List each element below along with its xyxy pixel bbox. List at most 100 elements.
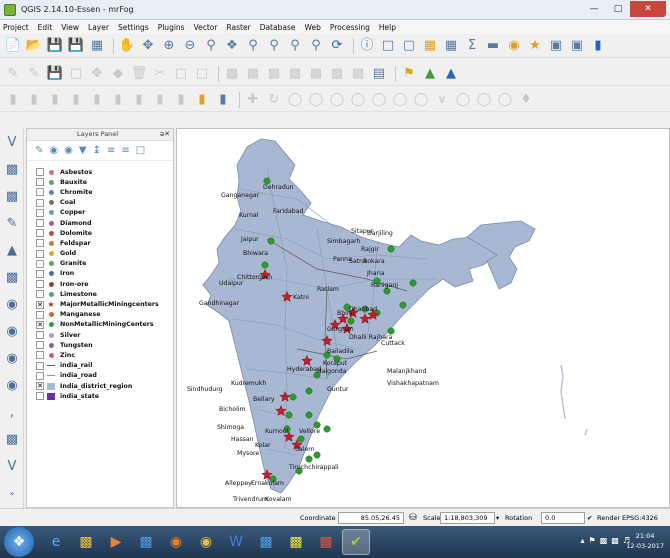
zoom-actual-size-icon[interactable]: ⚲	[202, 37, 220, 55]
chrome-icon[interactable]: ◉	[192, 529, 220, 555]
save-as-icon[interactable]: 💾	[67, 37, 85, 55]
pan-map-icon[interactable]: ✋	[118, 37, 136, 55]
zoom-next-icon[interactable]: ⚲	[307, 37, 325, 55]
add-wms-layer-icon[interactable]: ▮	[130, 91, 148, 109]
menu-view[interactable]: View	[61, 23, 79, 32]
text-annotation-icon[interactable]: ▣	[568, 37, 586, 55]
rotation-field[interactable]: 0.0	[541, 512, 585, 524]
simplify-feature-icon[interactable]: ◯	[286, 91, 304, 109]
plugin-icon[interactable]: ⚑	[400, 65, 418, 83]
highlight-labels-icon[interactable]: ▩	[265, 65, 283, 83]
toggle-editing-icon[interactable]: ✎	[25, 65, 43, 83]
layer-visibility-checkbox[interactable]	[36, 310, 44, 319]
field-calculator-icon[interactable]: ▦	[442, 37, 460, 55]
split-parts-icon[interactable]: ◯	[475, 91, 493, 109]
add-spatialite-layer-icon[interactable]: ✎	[2, 213, 22, 233]
layer-visibility-checkbox[interactable]	[36, 219, 44, 228]
layer-visibility-checkbox[interactable]	[36, 331, 44, 340]
layer-visibility-checkbox[interactable]	[36, 178, 44, 187]
non-metallic-mining-point[interactable]	[289, 393, 297, 401]
new-bookmark-icon[interactable]: ★	[526, 37, 544, 55]
add-wms-layer-icon[interactable]: ◉	[2, 294, 22, 314]
layer-item[interactable]: Gold	[27, 249, 173, 259]
move-label-icon[interactable]: ▩	[307, 65, 325, 83]
word-icon[interactable]: W	[222, 529, 250, 555]
layer-visibility-checkbox[interactable]	[36, 208, 44, 217]
add-mssql-layer-icon[interactable]: ▮	[88, 91, 106, 109]
rotate-label-icon[interactable]: ▩	[328, 65, 346, 83]
show-hidden-icons-icon[interactable]: ▴	[581, 536, 585, 545]
add-wfs-layer-icon[interactable]: ◉	[2, 348, 22, 368]
current-edits-icon[interactable]: ✎	[4, 65, 22, 83]
menu-project[interactable]: Project	[3, 23, 29, 32]
layer-item[interactable]: Iron-ore	[27, 279, 173, 289]
show-hide-labels-icon[interactable]: ▩	[286, 65, 304, 83]
add-oracle-layer-icon[interactable]: ▩	[2, 267, 22, 287]
layer-visibility-checkbox[interactable]: ✕	[36, 300, 44, 309]
file-explorer-icon[interactable]: ▩	[72, 529, 100, 555]
more-tools-icon[interactable]: »	[2, 483, 22, 503]
layer-visibility-checkbox[interactable]	[36, 188, 44, 197]
clock[interactable]: 21:04 12-03-2017	[626, 531, 664, 551]
add-vector-layer-icon[interactable]: ▮	[4, 91, 22, 109]
non-metallic-mining-point[interactable]	[305, 455, 313, 463]
add-delimited-text-icon[interactable]: ◉	[2, 375, 22, 395]
attribute-table-icon[interactable]: ▦	[421, 37, 439, 55]
layer-visibility-checkbox[interactable]: ✕	[36, 320, 44, 329]
minimize-button[interactable]: —	[582, 1, 606, 17]
layer-visibility-checkbox[interactable]	[36, 239, 44, 248]
print-composer-icon[interactable]: ▦	[88, 37, 106, 55]
plugin-icon[interactable]: ▲	[421, 65, 439, 83]
layer-item[interactable]: india_rail	[27, 361, 173, 371]
rotate-features-icon[interactable]: ↻	[265, 91, 283, 109]
non-metallic-mining-point[interactable]	[305, 411, 313, 419]
zoom-last-icon[interactable]: ⚲	[286, 37, 304, 55]
zoom-to-selection-icon[interactable]: ⚲	[244, 37, 262, 55]
layer-item[interactable]: Silver	[27, 330, 173, 340]
scale-dropdown-icon[interactable]: ▾	[496, 512, 499, 524]
add-spatialite-layer-icon[interactable]: ▮	[67, 91, 85, 109]
add-mssql-layer-icon[interactable]: ▲	[2, 240, 22, 260]
menu-edit[interactable]: Edit	[38, 23, 53, 32]
layer-visibility-checkbox[interactable]	[36, 371, 44, 380]
add-wcs-layer-icon[interactable]: ▮	[151, 91, 169, 109]
add-part-icon[interactable]: ◯	[328, 91, 346, 109]
non-metallic-mining-point[interactable]	[313, 451, 321, 459]
filter-legend-icon[interactable]: ▼	[79, 145, 87, 156]
move-feature-icon[interactable]: ✥	[88, 65, 106, 83]
menu-layer[interactable]: Layer	[88, 23, 109, 32]
layer-item[interactable]: ✕ ★ MajorMetallicMiningcenters	[27, 299, 173, 309]
menu-help[interactable]: Help	[379, 23, 396, 32]
menu-raster[interactable]: Raster	[226, 23, 250, 32]
add-virtual-layer-icon[interactable]: ,	[2, 402, 22, 422]
layer-visibility-checkbox[interactable]	[36, 280, 44, 289]
non-metallic-mining-point[interactable]	[297, 435, 305, 443]
new-shapefile-icon[interactable]: ▩	[2, 429, 22, 449]
add-wfs-layer-icon[interactable]: ▮	[172, 91, 190, 109]
delete-part-icon[interactable]: ◯	[391, 91, 409, 109]
scale-field[interactable]: 1:18,803,309	[440, 512, 495, 524]
identify-features-icon[interactable]: ⓘ	[358, 37, 376, 55]
layer-item[interactable]: Chromite	[27, 187, 173, 197]
layer-visibility-checkbox[interactable]: ✕	[36, 382, 44, 391]
layer-item[interactable]: Coal	[27, 198, 173, 208]
layer-visibility-checkbox[interactable]	[36, 168, 44, 177]
non-metallic-mining-point[interactable]	[261, 261, 269, 269]
change-label-icon[interactable]: ▩	[349, 65, 367, 83]
non-metallic-mining-point[interactable]	[305, 387, 313, 395]
add-postgis-layer-icon[interactable]: ▮	[46, 91, 64, 109]
new-project-icon[interactable]: 📄	[4, 37, 22, 55]
node-tool-icon[interactable]: ◆	[109, 65, 127, 83]
statistics-icon[interactable]: Σ	[463, 37, 481, 55]
paste-features-icon[interactable]: □	[193, 65, 211, 83]
layer-item[interactable]: Manganese	[27, 310, 173, 320]
menu-web[interactable]: Web	[304, 23, 320, 32]
app-icon[interactable]: ▩	[282, 529, 310, 555]
remove-layer-icon[interactable]: □	[136, 145, 145, 156]
merge-features-icon[interactable]: ◯	[496, 91, 514, 109]
pin-labels-icon[interactable]: ▩	[244, 65, 262, 83]
split-features-icon[interactable]: ◯	[454, 91, 472, 109]
menu-processing[interactable]: Processing	[330, 23, 370, 32]
layer-visibility-checkbox[interactable]	[36, 198, 44, 207]
photos-icon[interactable]: ▩	[252, 529, 280, 555]
